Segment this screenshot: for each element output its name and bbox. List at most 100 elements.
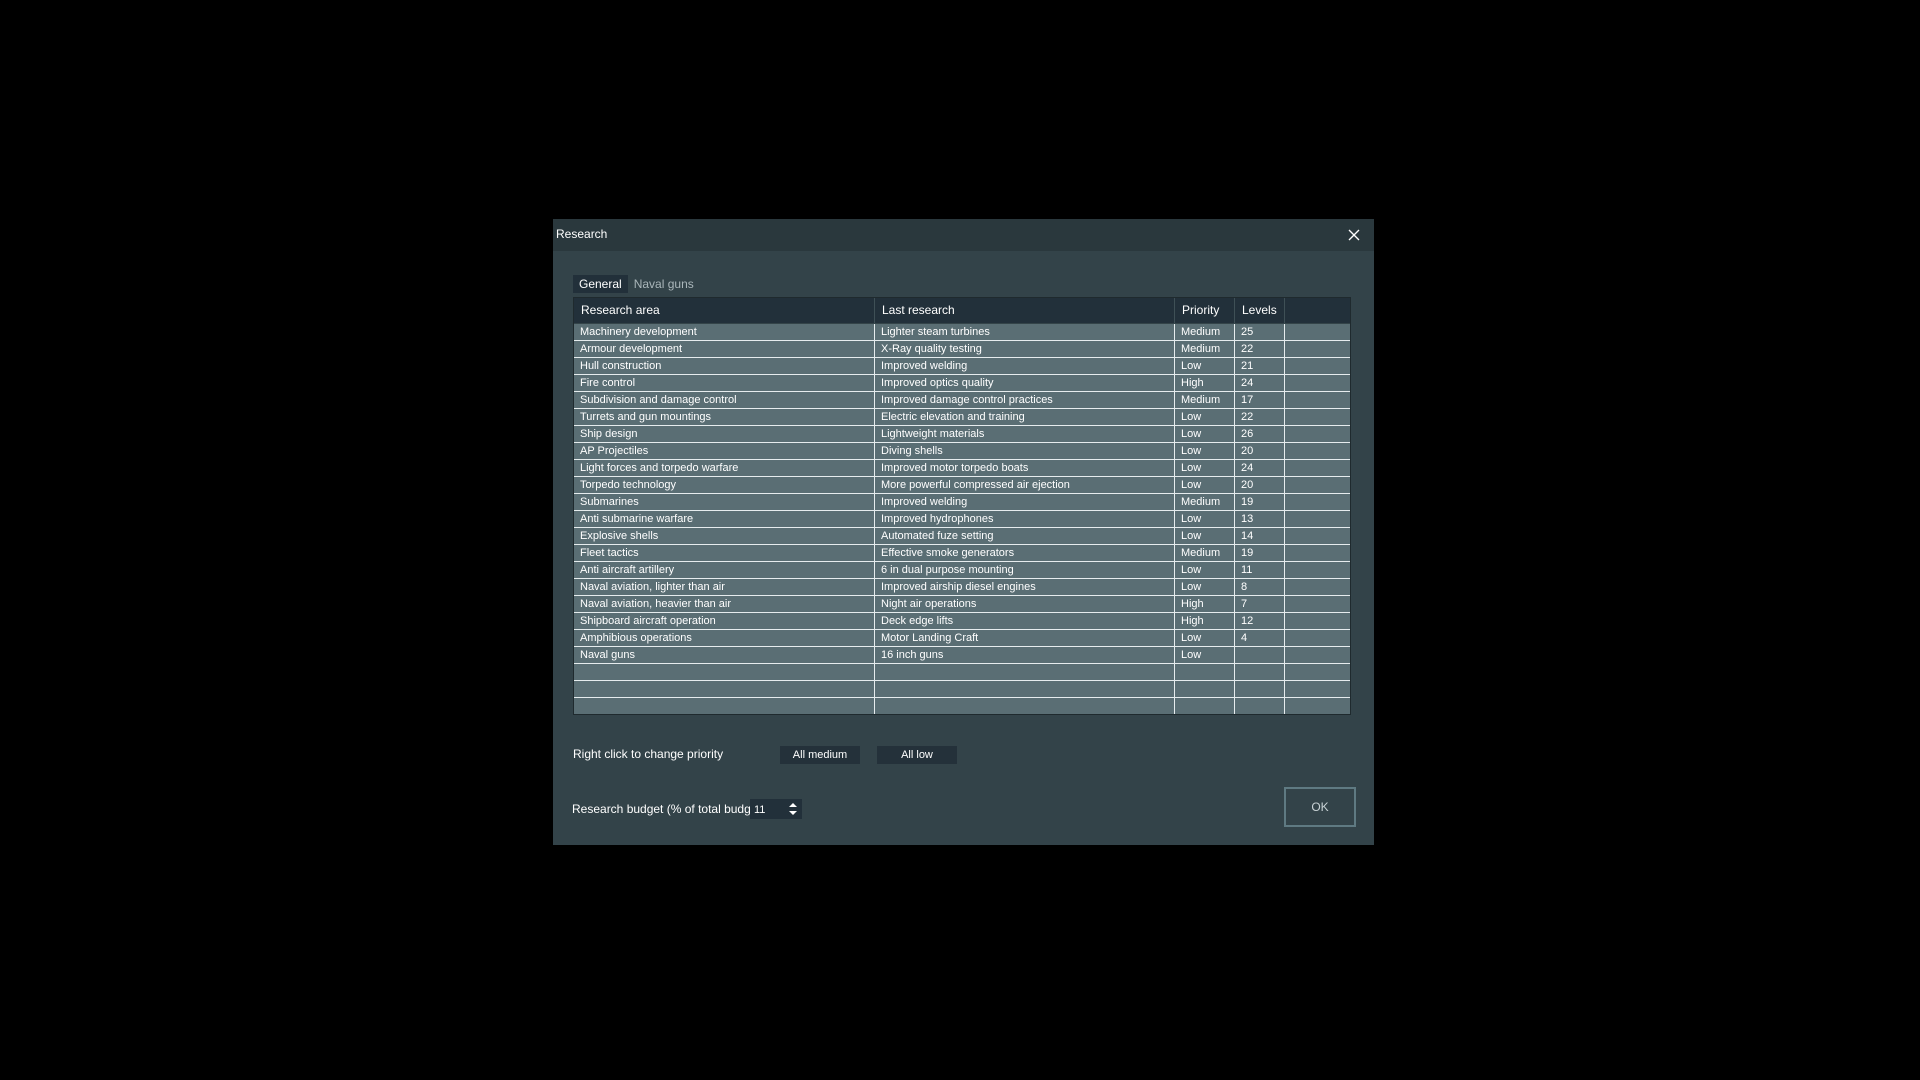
table-row[interactable]: Explosive shells Automated fuze setting Lo… [574, 528, 1350, 545]
last-research-cell: Effective smoke generators [875, 545, 1175, 561]
research-area-cell: Explosive shells [574, 528, 875, 544]
table-row[interactable]: Anti submarine warfare Improved hydrophon… [574, 511, 1350, 528]
research-area-cell: AP Projectiles [574, 443, 875, 459]
last-research-cell: Night air operations [875, 596, 1175, 612]
priority-cell: Medium [1175, 324, 1235, 340]
blank-cell [1285, 477, 1350, 493]
table-row[interactable]: Ship design Lightweight materials Low 26 [574, 426, 1350, 443]
close-icon [1348, 229, 1360, 241]
empty-cell [875, 681, 1175, 697]
table-row[interactable]: Subdivision and damage control Improved d… [574, 392, 1350, 409]
priority-cell: Medium [1175, 392, 1235, 408]
table-row[interactable]: Fire control Improved optics quality High 2… [574, 375, 1350, 392]
research-budget-input[interactable] [751, 800, 792, 820]
research-table: Research area Last research Priority Lev… [573, 297, 1351, 715]
blank-cell [1285, 647, 1350, 663]
levels-cell: 20 [1235, 477, 1285, 493]
column-header-last-research[interactable]: Last research [875, 298, 1175, 323]
research-area-cell: Turrets and gun mountings [574, 409, 875, 425]
research-area-cell: Light forces and torpedo warfare [574, 460, 875, 476]
column-header-levels[interactable]: Levels [1235, 298, 1285, 323]
research-area-cell: Anti aircraft artillery [574, 562, 875, 578]
research-area-cell: Amphibious operations [574, 630, 875, 646]
last-research-cell: X-Ray quality testing [875, 341, 1175, 357]
levels-cell: 22 [1235, 409, 1285, 425]
levels-cell: 24 [1235, 375, 1285, 391]
last-research-cell: 6 in dual purpose mounting [875, 562, 1175, 578]
research-area-cell: Fire control [574, 375, 875, 391]
last-research-cell: Improved welding [875, 358, 1175, 374]
window-title: Research [556, 227, 608, 241]
table-row[interactable]: Naval aviation, heavier than air Night ai… [574, 596, 1350, 613]
research-area-cell: Naval guns [574, 647, 875, 663]
levels-cell: 8 [1235, 579, 1285, 595]
empty-cell [1175, 664, 1235, 680]
research-budget-spinner[interactable] [750, 799, 802, 820]
levels-cell: 20 [1235, 443, 1285, 459]
last-research-cell: Lighter steam turbines [875, 324, 1175, 340]
empty-cell [574, 664, 875, 680]
blank-cell [1285, 341, 1350, 357]
last-research-cell: Improved optics quality [875, 375, 1175, 391]
levels-cell: 17 [1235, 392, 1285, 408]
levels-cell [1235, 647, 1285, 663]
table-row[interactable]: Amphibious operations Motor Landing Craft… [574, 630, 1350, 647]
priority-cell: Low [1175, 426, 1235, 442]
close-button[interactable] [1344, 225, 1364, 245]
levels-cell: 24 [1235, 460, 1285, 476]
table-row[interactable]: Light forces and torpedo warfare Improved… [574, 460, 1350, 477]
last-research-cell: Diving shells [875, 443, 1175, 459]
levels-cell: 4 [1235, 630, 1285, 646]
empty-cell [875, 698, 1175, 714]
all-medium-button[interactable]: All medium [780, 746, 860, 764]
all-low-button[interactable]: All low [877, 746, 957, 764]
table-row[interactable]: Naval aviation, lighter than air Improved… [574, 579, 1350, 596]
empty-cell [1235, 698, 1285, 714]
table-row[interactable]: Submarines Improved welding Medium 19 [574, 494, 1350, 511]
ok-button[interactable]: OK [1284, 787, 1356, 827]
last-research-cell: Improved motor torpedo boats [875, 460, 1175, 476]
blank-cell [1285, 494, 1350, 510]
tab-naval-guns[interactable]: Naval guns [628, 275, 700, 293]
priority-cell: Medium [1175, 494, 1235, 510]
blank-cell [1285, 426, 1350, 442]
table-row[interactable]: Turrets and gun mountings Electric elevat… [574, 409, 1350, 426]
column-header-priority[interactable]: Priority [1175, 298, 1235, 323]
table-row[interactable]: Anti aircraft artillery 6 in dual purpose… [574, 562, 1350, 579]
column-header-research-area[interactable]: Research area [574, 298, 875, 323]
blank-cell [1285, 392, 1350, 408]
levels-cell: 14 [1235, 528, 1285, 544]
research-area-cell: Machinery development [574, 324, 875, 340]
last-research-cell: Motor Landing Craft [875, 630, 1175, 646]
priority-cell: Medium [1175, 545, 1235, 561]
table-row[interactable]: Naval guns 16 inch guns Low [574, 647, 1350, 664]
table-header: Research area Last research Priority Lev… [574, 298, 1350, 323]
table-row[interactable]: Armour development X-Ray quality testing M… [574, 341, 1350, 358]
table-row[interactable]: Machinery development Lighter steam turbi… [574, 324, 1350, 341]
column-header-blank [1285, 298, 1350, 323]
last-research-cell: Lightweight materials [875, 426, 1175, 442]
table-row[interactable]: AP Projectiles Diving shells Low 20 [574, 443, 1350, 460]
empty-cell [1235, 664, 1285, 680]
blank-cell [1285, 460, 1350, 476]
research-area-cell: Anti submarine warfare [574, 511, 875, 527]
empty-cell [1285, 698, 1350, 714]
last-research-cell: 16 inch guns [875, 647, 1175, 663]
levels-cell: 13 [1235, 511, 1285, 527]
title-bar: Research [553, 219, 1374, 251]
table-row[interactable]: Fleet tactics Effective smoke generators M… [574, 545, 1350, 562]
tab-general[interactable]: General [573, 275, 628, 293]
table-row[interactable]: Hull construction Improved welding Low 21 [574, 358, 1350, 375]
empty-cell [1235, 681, 1285, 697]
research-area-cell: Torpedo technology [574, 477, 875, 493]
priority-cell: Low [1175, 647, 1235, 663]
empty-cell [1175, 698, 1235, 714]
empty-cell [1285, 664, 1350, 680]
levels-cell: 19 [1235, 545, 1285, 561]
empty-row [574, 681, 1350, 698]
table-row[interactable]: Shipboard aircraft operation Deck edge li… [574, 613, 1350, 630]
blank-cell [1285, 630, 1350, 646]
spin-arrows-icon[interactable] [787, 801, 799, 817]
table-row[interactable]: Torpedo technology More powerful compress… [574, 477, 1350, 494]
blank-cell [1285, 562, 1350, 578]
